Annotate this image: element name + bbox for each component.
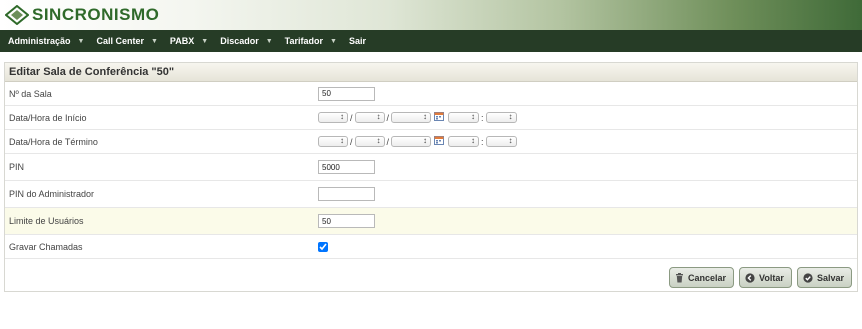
room-number-label: Nº da Sala <box>9 88 52 99</box>
form-row-end: Data/Hora de Término / / : <box>5 130 857 154</box>
end-datetime-label: Data/Hora de Término <box>9 136 98 147</box>
admin-pin-input[interactable] <box>318 187 375 201</box>
logo-text: SINCRONISMO <box>32 5 160 24</box>
back-arrow-icon <box>745 272 755 283</box>
trash-icon <box>675 272 684 283</box>
form-row-record-calls: Gravar Chamadas <box>5 235 857 259</box>
date-separator: / <box>350 112 353 123</box>
pin-label: PIN <box>9 162 25 172</box>
record-calls-checkbox[interactable] <box>318 241 328 252</box>
end-year-select[interactable] <box>391 136 432 147</box>
caret-down-icon: ▼ <box>330 37 337 45</box>
menu-item-tarifador[interactable]: Tarifador ▼ <box>285 36 337 46</box>
end-day-select[interactable] <box>318 136 348 147</box>
back-button-label: Voltar <box>759 272 784 283</box>
main-menu: Administração ▼ Call Center ▼ PABX ▼ Dis… <box>0 30 862 52</box>
end-hour-select[interactable] <box>448 136 480 147</box>
panel-title: Editar Sala de Conferência "50" <box>5 63 857 82</box>
menu-item-call-center[interactable]: Call Center ▼ <box>96 36 157 46</box>
caret-down-icon: ▼ <box>201 37 209 45</box>
menu-item-label: Administração <box>8 36 71 46</box>
user-limit-label: Limite de Usuários <box>9 216 84 226</box>
menu-item-label: Tarifador <box>284 36 323 46</box>
menu-item-pabx[interactable]: PABX ▼ <box>170 36 208 46</box>
button-bar: Cancelar Voltar Salvar <box>5 262 857 292</box>
time-separator: : <box>481 136 484 147</box>
start-year-select[interactable] <box>391 112 432 123</box>
cancel-button-label: Cancelar <box>688 272 727 283</box>
checkmark-icon <box>803 272 813 283</box>
calendar-icon[interactable] <box>434 135 445 145</box>
end-month-select[interactable] <box>354 136 385 147</box>
caret-down-icon: ▼ <box>150 37 158 45</box>
cancel-button[interactable]: Cancelar <box>669 267 735 288</box>
pin-input[interactable] <box>318 160 375 174</box>
record-calls-label: Gravar Chamadas <box>9 241 83 252</box>
save-button[interactable]: Salvar <box>797 267 853 288</box>
form-row-admin-pin: PIN do Administrador <box>5 181 857 208</box>
menu-item-label: Discador <box>220 36 259 46</box>
date-separator: / <box>386 136 390 147</box>
form-row-start: Data/Hora de Início / / : <box>5 106 857 130</box>
end-minute-select[interactable] <box>485 136 517 147</box>
app-header: SINCRONISMO <box>0 0 862 30</box>
date-separator: / <box>386 112 390 123</box>
edit-conference-panel: Editar Sala de Conferência "50" Nº da Sa… <box>4 62 858 292</box>
caret-down-icon: ▼ <box>265 37 273 45</box>
caret-down-icon: ▼ <box>77 37 85 45</box>
logo[interactable]: SINCRONISMO <box>5 4 159 26</box>
menu-item-label: Sair <box>348 36 366 46</box>
menu-item-administracao[interactable]: Administração ▼ <box>8 36 84 46</box>
start-datetime-label: Data/Hora de Início <box>9 112 87 123</box>
user-limit-input[interactable] <box>318 214 375 228</box>
back-button[interactable]: Voltar <box>739 267 792 288</box>
logo-diamond-icon <box>5 5 29 25</box>
form-row-room-number: Nº da Sala <box>5 82 857 106</box>
start-month-select[interactable] <box>354 112 385 123</box>
start-hour-select[interactable] <box>448 112 480 123</box>
time-separator: : <box>481 112 484 123</box>
form-row-pin: PIN <box>5 154 857 181</box>
calendar-icon[interactable] <box>434 111 445 121</box>
room-number-input[interactable] <box>318 86 375 101</box>
admin-pin-label: PIN do Administrador <box>9 189 95 199</box>
start-day-select[interactable] <box>318 112 348 123</box>
form-row-user-limit: Limite de Usuários <box>5 208 857 235</box>
menu-item-label: PABX <box>169 36 195 46</box>
menu-item-discador[interactable]: Discador ▼ <box>220 36 272 46</box>
menu-item-label: Call Center <box>96 36 144 46</box>
save-button-label: Salvar <box>817 272 845 283</box>
date-separator: / <box>350 136 353 147</box>
menu-item-sair[interactable]: Sair <box>349 36 366 46</box>
start-minute-select[interactable] <box>485 112 517 123</box>
